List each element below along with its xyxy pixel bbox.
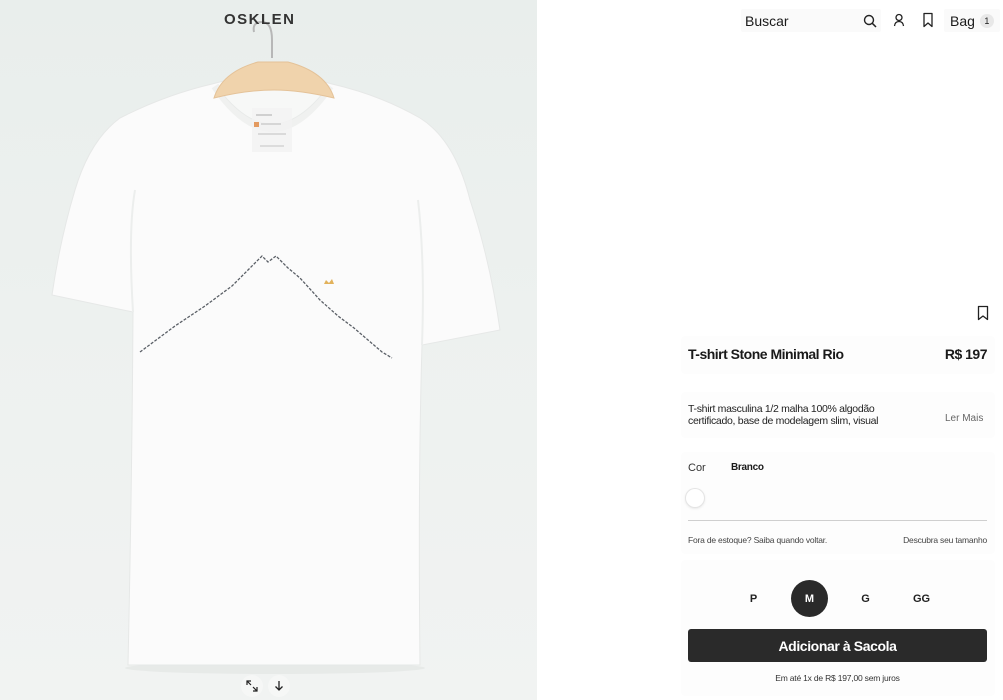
bag-button[interactable]: Bag 1 (944, 9, 1000, 32)
product-gallery: OSKLEN (0, 0, 537, 700)
search-icon[interactable] (863, 14, 877, 28)
bookmark-icon (977, 305, 989, 321)
expand-image-button[interactable] (241, 675, 263, 697)
bag-count-badge: 1 (979, 13, 994, 28)
add-to-bag-button[interactable]: Adicionar à Sacola (688, 629, 987, 662)
arrow-down-icon (275, 681, 283, 691)
color-label: Cor (688, 462, 706, 474)
product-image (51, 20, 501, 674)
search-placeholder: Buscar (745, 12, 789, 29)
expand-icon (246, 680, 258, 692)
read-more-link[interactable]: Ler Mais (945, 413, 983, 424)
size-guide-link[interactable]: Descubra seu tamanho (903, 535, 987, 545)
installments-text: Em até 1x de R$ 197,00 sem juros (775, 673, 900, 683)
divider (688, 520, 987, 521)
brand-logo[interactable]: OSKLEN (224, 11, 296, 28)
next-image-button[interactable] (268, 675, 290, 697)
product-title: T-shirt Stone Minimal Rio (688, 346, 844, 362)
size-option-g[interactable]: G (847, 580, 884, 617)
account-button[interactable] (891, 12, 907, 28)
color-value: Branco (731, 462, 764, 473)
size-option-gg[interactable]: GG (903, 580, 940, 617)
product-price: R$ 197 (944, 346, 988, 362)
user-icon (893, 13, 905, 27)
product-description: T-shirt masculina 1/2 malha 100% algodão… (688, 403, 879, 427)
size-option-m[interactable]: M (791, 580, 828, 617)
wishlist-header-button[interactable] (920, 12, 936, 28)
size-option-p[interactable]: P (735, 580, 772, 617)
color-swatch-branco[interactable] (686, 489, 704, 507)
bag-label: Bag (950, 12, 975, 29)
add-to-wishlist-button[interactable] (976, 305, 990, 321)
stock-alert-link[interactable]: Fora de estoque? Saiba quando voltar. (688, 535, 827, 545)
search-input[interactable]: Buscar (741, 9, 881, 32)
bookmark-icon (923, 12, 933, 28)
